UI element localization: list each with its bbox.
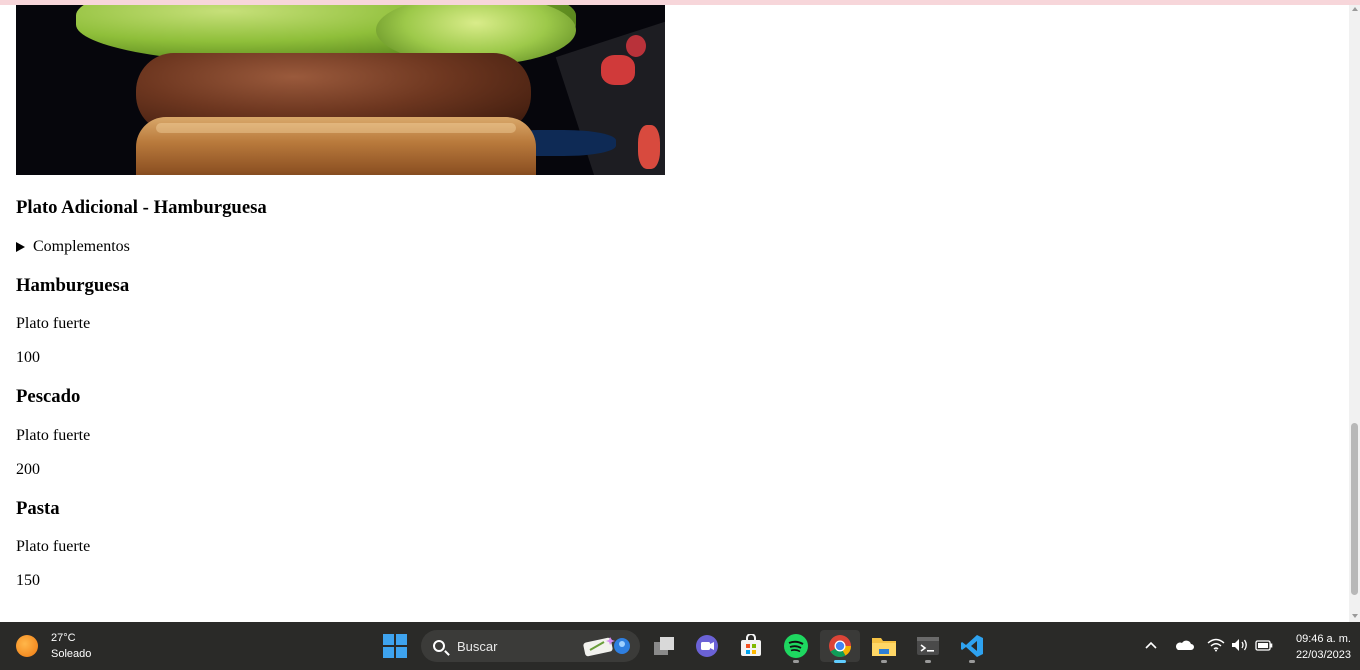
active-app-indicator bbox=[834, 660, 846, 663]
volume-icon[interactable] bbox=[1231, 638, 1249, 652]
weather-widget[interactable]: 27°C Soleado bbox=[16, 630, 91, 662]
running-indicator bbox=[793, 660, 799, 663]
windows-taskbar: 27°C Soleado Buscar 09:46 a. m. 22/03/20… bbox=[0, 622, 1360, 670]
spotify-icon[interactable] bbox=[780, 630, 812, 663]
task-view-icon[interactable] bbox=[648, 630, 680, 662]
onedrive-cloud-icon[interactable] bbox=[1174, 639, 1194, 651]
windows-start-icon[interactable] bbox=[379, 630, 411, 662]
featured-dish-title: Plato Adicional - Hamburguesa bbox=[16, 197, 267, 218]
clock-date: 22/03/2023 bbox=[1295, 649, 1351, 661]
dish-category: Plato fuerte bbox=[16, 315, 91, 332]
dish-price: 100 bbox=[16, 349, 40, 366]
complementos-details-toggle[interactable]: Complementos bbox=[16, 237, 130, 256]
hamburger-photo bbox=[16, 5, 665, 175]
wifi-icon[interactable] bbox=[1207, 638, 1225, 652]
file-explorer-icon[interactable] bbox=[868, 630, 900, 663]
search-icon bbox=[433, 640, 445, 652]
running-indicator bbox=[969, 660, 975, 663]
dish-name: Pasta bbox=[16, 498, 60, 519]
running-indicator bbox=[881, 660, 887, 663]
chrome-icon[interactable] bbox=[820, 630, 860, 663]
terminal-icon[interactable] bbox=[912, 630, 944, 663]
weather-temperature: 27°C bbox=[51, 632, 76, 644]
search-highlight-illustration-icon bbox=[583, 637, 630, 657]
taskbar-search-box[interactable]: Buscar bbox=[421, 630, 640, 662]
details-summary-label: Complementos bbox=[33, 238, 130, 255]
dish-category: Plato fuerte bbox=[16, 427, 91, 444]
search-label: Buscar bbox=[457, 638, 498, 654]
dish-name: Hamburguesa bbox=[16, 275, 130, 296]
dish-price: 150 bbox=[16, 572, 40, 589]
clock-time: 09:46 a. m. bbox=[1295, 633, 1351, 645]
sun-icon bbox=[16, 635, 38, 657]
scroll-up-arrow-icon[interactable] bbox=[1352, 7, 1358, 11]
system-clock[interactable]: 09:46 a. m. 22/03/2023 bbox=[1296, 631, 1351, 663]
scroll-down-arrow-icon[interactable] bbox=[1352, 614, 1358, 618]
disclosure-triangle-icon bbox=[16, 241, 25, 252]
battery-icon[interactable] bbox=[1255, 639, 1273, 651]
running-indicator bbox=[925, 660, 931, 663]
chevron-up-icon[interactable] bbox=[1145, 641, 1157, 649]
vertical-scrollbar[interactable] bbox=[1349, 5, 1360, 622]
page-viewport: Plato Adicional - Hamburguesa Complement… bbox=[0, 5, 1349, 622]
dish-category: Plato fuerte bbox=[16, 538, 91, 555]
weather-condition: Soleado bbox=[51, 648, 92, 660]
teams-chat-icon[interactable] bbox=[691, 630, 723, 662]
microsoft-store-icon[interactable] bbox=[735, 630, 767, 662]
scroll-thumb[interactable] bbox=[1351, 423, 1358, 595]
dish-price: 200 bbox=[16, 461, 40, 478]
dish-name: Pescado bbox=[16, 386, 81, 407]
vscode-icon[interactable] bbox=[956, 630, 988, 663]
